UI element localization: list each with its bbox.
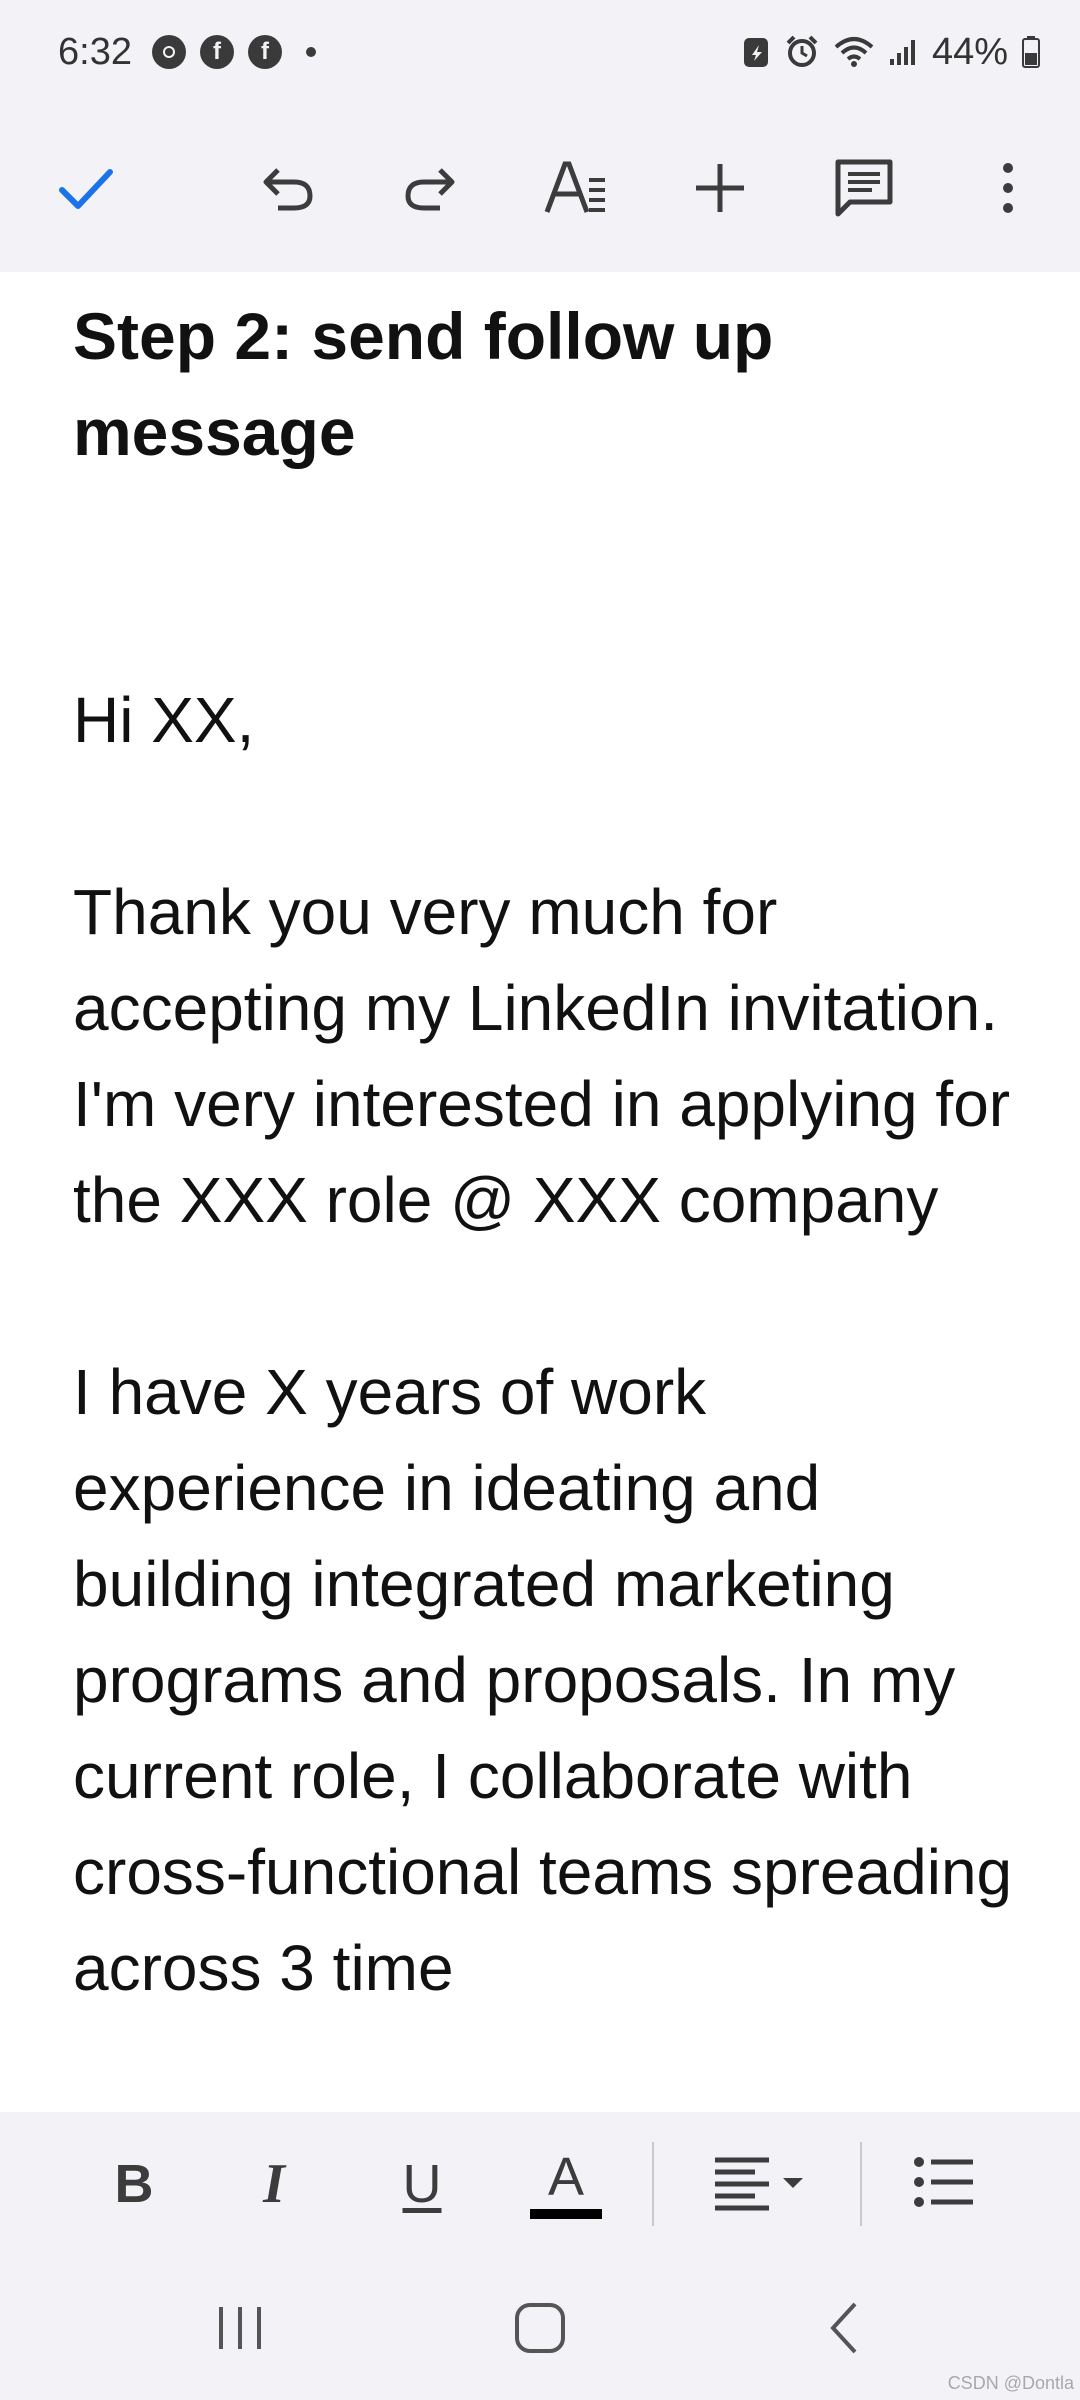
status-time: 6:32 — [58, 30, 132, 73]
align-icon — [711, 2152, 811, 2217]
align-button[interactable] — [706, 2134, 816, 2234]
document-body[interactable]: Step 2: send follow up message Hi XX, Th… — [0, 272, 1080, 2112]
recents-icon[interactable] — [185, 2278, 295, 2378]
format-toolbar: B I U A — [0, 2112, 1080, 2256]
document-heading[interactable]: Step 2: send follow up message — [73, 288, 1033, 480]
editor-toolbar — [0, 104, 1080, 272]
redo-icon[interactable] — [380, 138, 480, 238]
text-color-swatch — [530, 2209, 602, 2219]
more-icon[interactable] — [958, 138, 1058, 238]
document-paragraph[interactable]: I have X years of work experience in ide… — [73, 1344, 1033, 2016]
check-icon[interactable] — [36, 138, 136, 238]
back-icon[interactable] — [790, 2278, 900, 2378]
bullet-list-button[interactable] — [894, 2134, 994, 2234]
insert-icon[interactable] — [670, 138, 770, 238]
wifi-icon — [834, 35, 874, 69]
italic-icon: I — [263, 2153, 285, 2215]
battery-saver-icon — [742, 35, 770, 69]
underline-button[interactable]: U — [372, 2134, 472, 2234]
status-bar-right: 44% — [742, 31, 1040, 74]
document-content[interactable]: Step 2: send follow up message Hi XX, Th… — [73, 288, 1033, 2016]
status-bar-left: 6:32 f f — [58, 31, 316, 74]
watermark: CSDN @Dontla — [947, 2373, 1074, 2393]
bold-icon: B — [114, 2154, 154, 2214]
text-color-icon: A — [547, 2147, 585, 2207]
text-format-icon[interactable] — [526, 138, 626, 238]
italic-button[interactable]: I — [224, 2134, 324, 2234]
comment-icon[interactable] — [814, 138, 914, 238]
text-color-button[interactable]: A — [516, 2134, 616, 2234]
facebook-icon: f — [199, 35, 234, 69]
battery-icon — [1022, 36, 1040, 68]
navigation-bar: CSDN @Dontla — [0, 2256, 1080, 2400]
status-bar: 6:32 f f 44% — [0, 0, 1080, 104]
alarm-icon — [784, 34, 820, 70]
signal-icon — [888, 37, 918, 67]
toolbar-divider — [652, 2142, 654, 2226]
document-paragraph[interactable]: Thank you very much for accepting my Lin… — [73, 864, 1033, 1248]
facebook-icon: f — [247, 35, 282, 69]
home-icon[interactable] — [485, 2278, 595, 2378]
undo-icon[interactable] — [238, 138, 338, 238]
bold-button[interactable]: B — [84, 2134, 184, 2234]
underline-icon: U — [402, 2154, 442, 2214]
notification-dot-icon — [305, 47, 316, 57]
battery-percentage: 44% — [931, 30, 1008, 73]
toolbar-divider — [860, 2142, 862, 2226]
document-paragraph[interactable]: Hi XX, — [73, 672, 1033, 768]
bullet-list-icon — [913, 2155, 975, 2214]
chrome-icon — [151, 35, 186, 69]
